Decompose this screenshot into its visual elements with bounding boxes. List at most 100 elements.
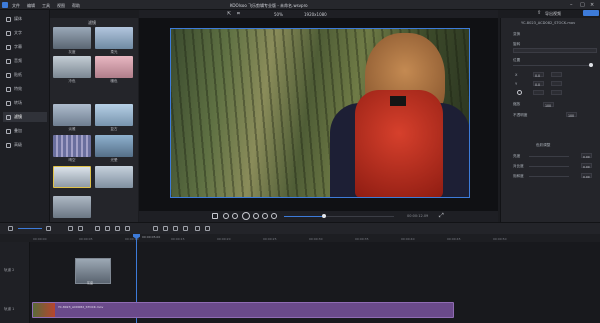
settings-icon[interactable] — [205, 226, 210, 231]
contrast-value: 0.00 — [583, 165, 590, 169]
zoom-out-icon[interactable] — [8, 226, 13, 231]
nav-overlay[interactable]: 叠加 — [3, 126, 47, 136]
close-icon[interactable]: × — [590, 2, 594, 8]
nav-audio[interactable]: 音频 — [3, 56, 47, 66]
marker-icon[interactable] — [153, 226, 158, 231]
selection-box[interactable] — [170, 28, 470, 198]
undo-icon[interactable] — [68, 226, 73, 231]
filter-thumb-elegant[interactable] — [53, 104, 91, 126]
x-input-2[interactable] — [551, 72, 562, 77]
nav-text[interactable]: 文字 — [3, 28, 47, 38]
menu-help[interactable]: 帮助 — [72, 3, 80, 9]
y-input-2[interactable] — [551, 81, 562, 86]
heart-icon[interactable] — [183, 226, 188, 231]
app-logo — [2, 2, 8, 8]
fullscreen-icon[interactable]: ⤢ — [439, 212, 444, 220]
nav-sticker[interactable]: 贴纸 — [3, 70, 47, 80]
nav-transition[interactable]: 转场 — [3, 98, 47, 108]
stop-icon[interactable] — [271, 213, 277, 219]
nav-filter[interactable]: 滤镜 — [3, 112, 47, 122]
slider-thumb[interactable] — [589, 63, 593, 67]
properties-panel: ⇪ 导出视频 YC-8023_ACD082_STOCK.mov 变换 旋转 位置… — [500, 10, 600, 222]
filter-thumb-glow[interactable] — [95, 135, 133, 157]
maximize-icon[interactable]: □ — [580, 2, 585, 8]
filter-thumb-warm[interactable] — [95, 56, 133, 78]
nav-label: 音频 — [14, 58, 22, 63]
crop-icon[interactable] — [115, 226, 120, 231]
filter-label: 复古 — [110, 127, 118, 131]
color-section: 色彩调整 — [536, 143, 551, 147]
crop-tool-icon[interactable]: ⌗ — [237, 11, 240, 17]
ruler-label: 00:00:50 — [493, 237, 507, 241]
rotate-label: 旋转 — [513, 42, 521, 46]
menu-file[interactable]: 文件 — [12, 3, 20, 9]
y-input[interactable]: 0.0 — [533, 81, 544, 87]
forward-icon[interactable] — [253, 213, 259, 219]
nav-effects[interactable]: 特效 — [3, 84, 47, 94]
keyframe-icon[interactable] — [517, 90, 522, 95]
resolution-value[interactable]: 1920x1080 — [304, 12, 327, 17]
zoom-value[interactable]: 50% — [274, 12, 283, 17]
filter-thumb-grayscale[interactable] — [53, 27, 91, 49]
opacity-input[interactable]: 100 — [566, 112, 577, 118]
zoom-slider[interactable] — [18, 228, 42, 229]
nav-subtitle[interactable]: 字幕 — [3, 42, 47, 52]
title-bar: 文件 编辑 工具 视图 帮助 KOOlsoo 飞乐剪辑专业版 - 未命名.wsv… — [0, 0, 600, 10]
snapshot-icon[interactable] — [212, 213, 218, 219]
split-icon[interactable] — [95, 226, 100, 231]
export-button[interactable]: 导出视频 — [545, 11, 561, 17]
nav-label: 叠加 — [14, 128, 22, 133]
select-tool-icon[interactable]: ⇱ — [227, 11, 231, 17]
filter-thumb-retro[interactable] — [95, 104, 133, 126]
menu-tools[interactable]: 工具 — [42, 3, 50, 9]
position-slider[interactable] — [513, 65, 593, 66]
text-icon — [6, 30, 11, 36]
filter-thumb-softlight[interactable] — [95, 27, 133, 49]
brightness-slider[interactable] — [529, 156, 569, 157]
prev-frame-icon[interactable] — [223, 213, 229, 219]
delete-icon[interactable] — [105, 226, 110, 231]
filter-thumb-extra[interactable] — [53, 196, 91, 218]
record-icon[interactable] — [163, 226, 168, 231]
speed-icon[interactable] — [125, 226, 130, 231]
export-icon[interactable]: ⇪ — [537, 10, 541, 16]
rewind-icon[interactable] — [232, 213, 238, 219]
contrast-input[interactable]: 0.00 — [581, 163, 592, 169]
filter-thumb-extra[interactable] — [95, 166, 133, 188]
preview-toolbar: ⇱ ⌗ 50% 1920x1080 — [139, 10, 498, 18]
mic-icon[interactable] — [173, 226, 178, 231]
contrast-slider[interactable] — [529, 166, 569, 167]
effects-icon — [6, 86, 11, 92]
filter-thumb-cool[interactable] — [53, 56, 91, 78]
zoom-in-icon[interactable] — [46, 226, 51, 231]
saturation-input[interactable]: 0.00 — [581, 173, 592, 179]
filter-panel: 滤镜 灰度 柔光 冷色 暖色 淡雅 复古 晴空 光晕 — [50, 18, 138, 222]
scale-label: 缩放 — [513, 102, 521, 106]
nav-advanced[interactable]: 高级 — [3, 140, 47, 150]
z-input-2[interactable] — [551, 90, 562, 95]
filter-label: 灰度 — [68, 50, 76, 54]
brightness-input[interactable]: 0.00 — [581, 153, 592, 159]
rotate-dropdown[interactable] — [513, 48, 597, 53]
export-primary-button[interactable] — [583, 10, 599, 16]
ruler-label: 00:00:35 — [355, 237, 369, 241]
transform-section: 变换 — [513, 32, 521, 36]
menu-edit[interactable]: 编辑 — [27, 3, 35, 9]
progress-thumb[interactable] — [322, 214, 326, 218]
text-tool-icon[interactable] — [195, 226, 200, 231]
filter-thumb-sky[interactable] — [53, 135, 91, 157]
track-1-label: 轨道 1 — [4, 307, 15, 311]
next-frame-icon[interactable] — [262, 213, 268, 219]
menu-view[interactable]: 视图 — [57, 3, 65, 9]
z-input[interactable] — [533, 90, 544, 95]
filter-thumb-selected[interactable] — [53, 166, 91, 188]
minimize-icon[interactable]: – — [570, 2, 573, 8]
nav-label: 文字 — [14, 30, 22, 35]
saturation-slider[interactable] — [529, 176, 569, 177]
nav-media[interactable]: 媒体 — [3, 14, 47, 24]
play-icon[interactable] — [242, 212, 250, 220]
y-label: Y — [515, 82, 518, 86]
scale-input[interactable]: 100 — [543, 102, 554, 108]
x-input[interactable]: 0.0 — [533, 72, 544, 78]
redo-icon[interactable] — [78, 226, 83, 231]
